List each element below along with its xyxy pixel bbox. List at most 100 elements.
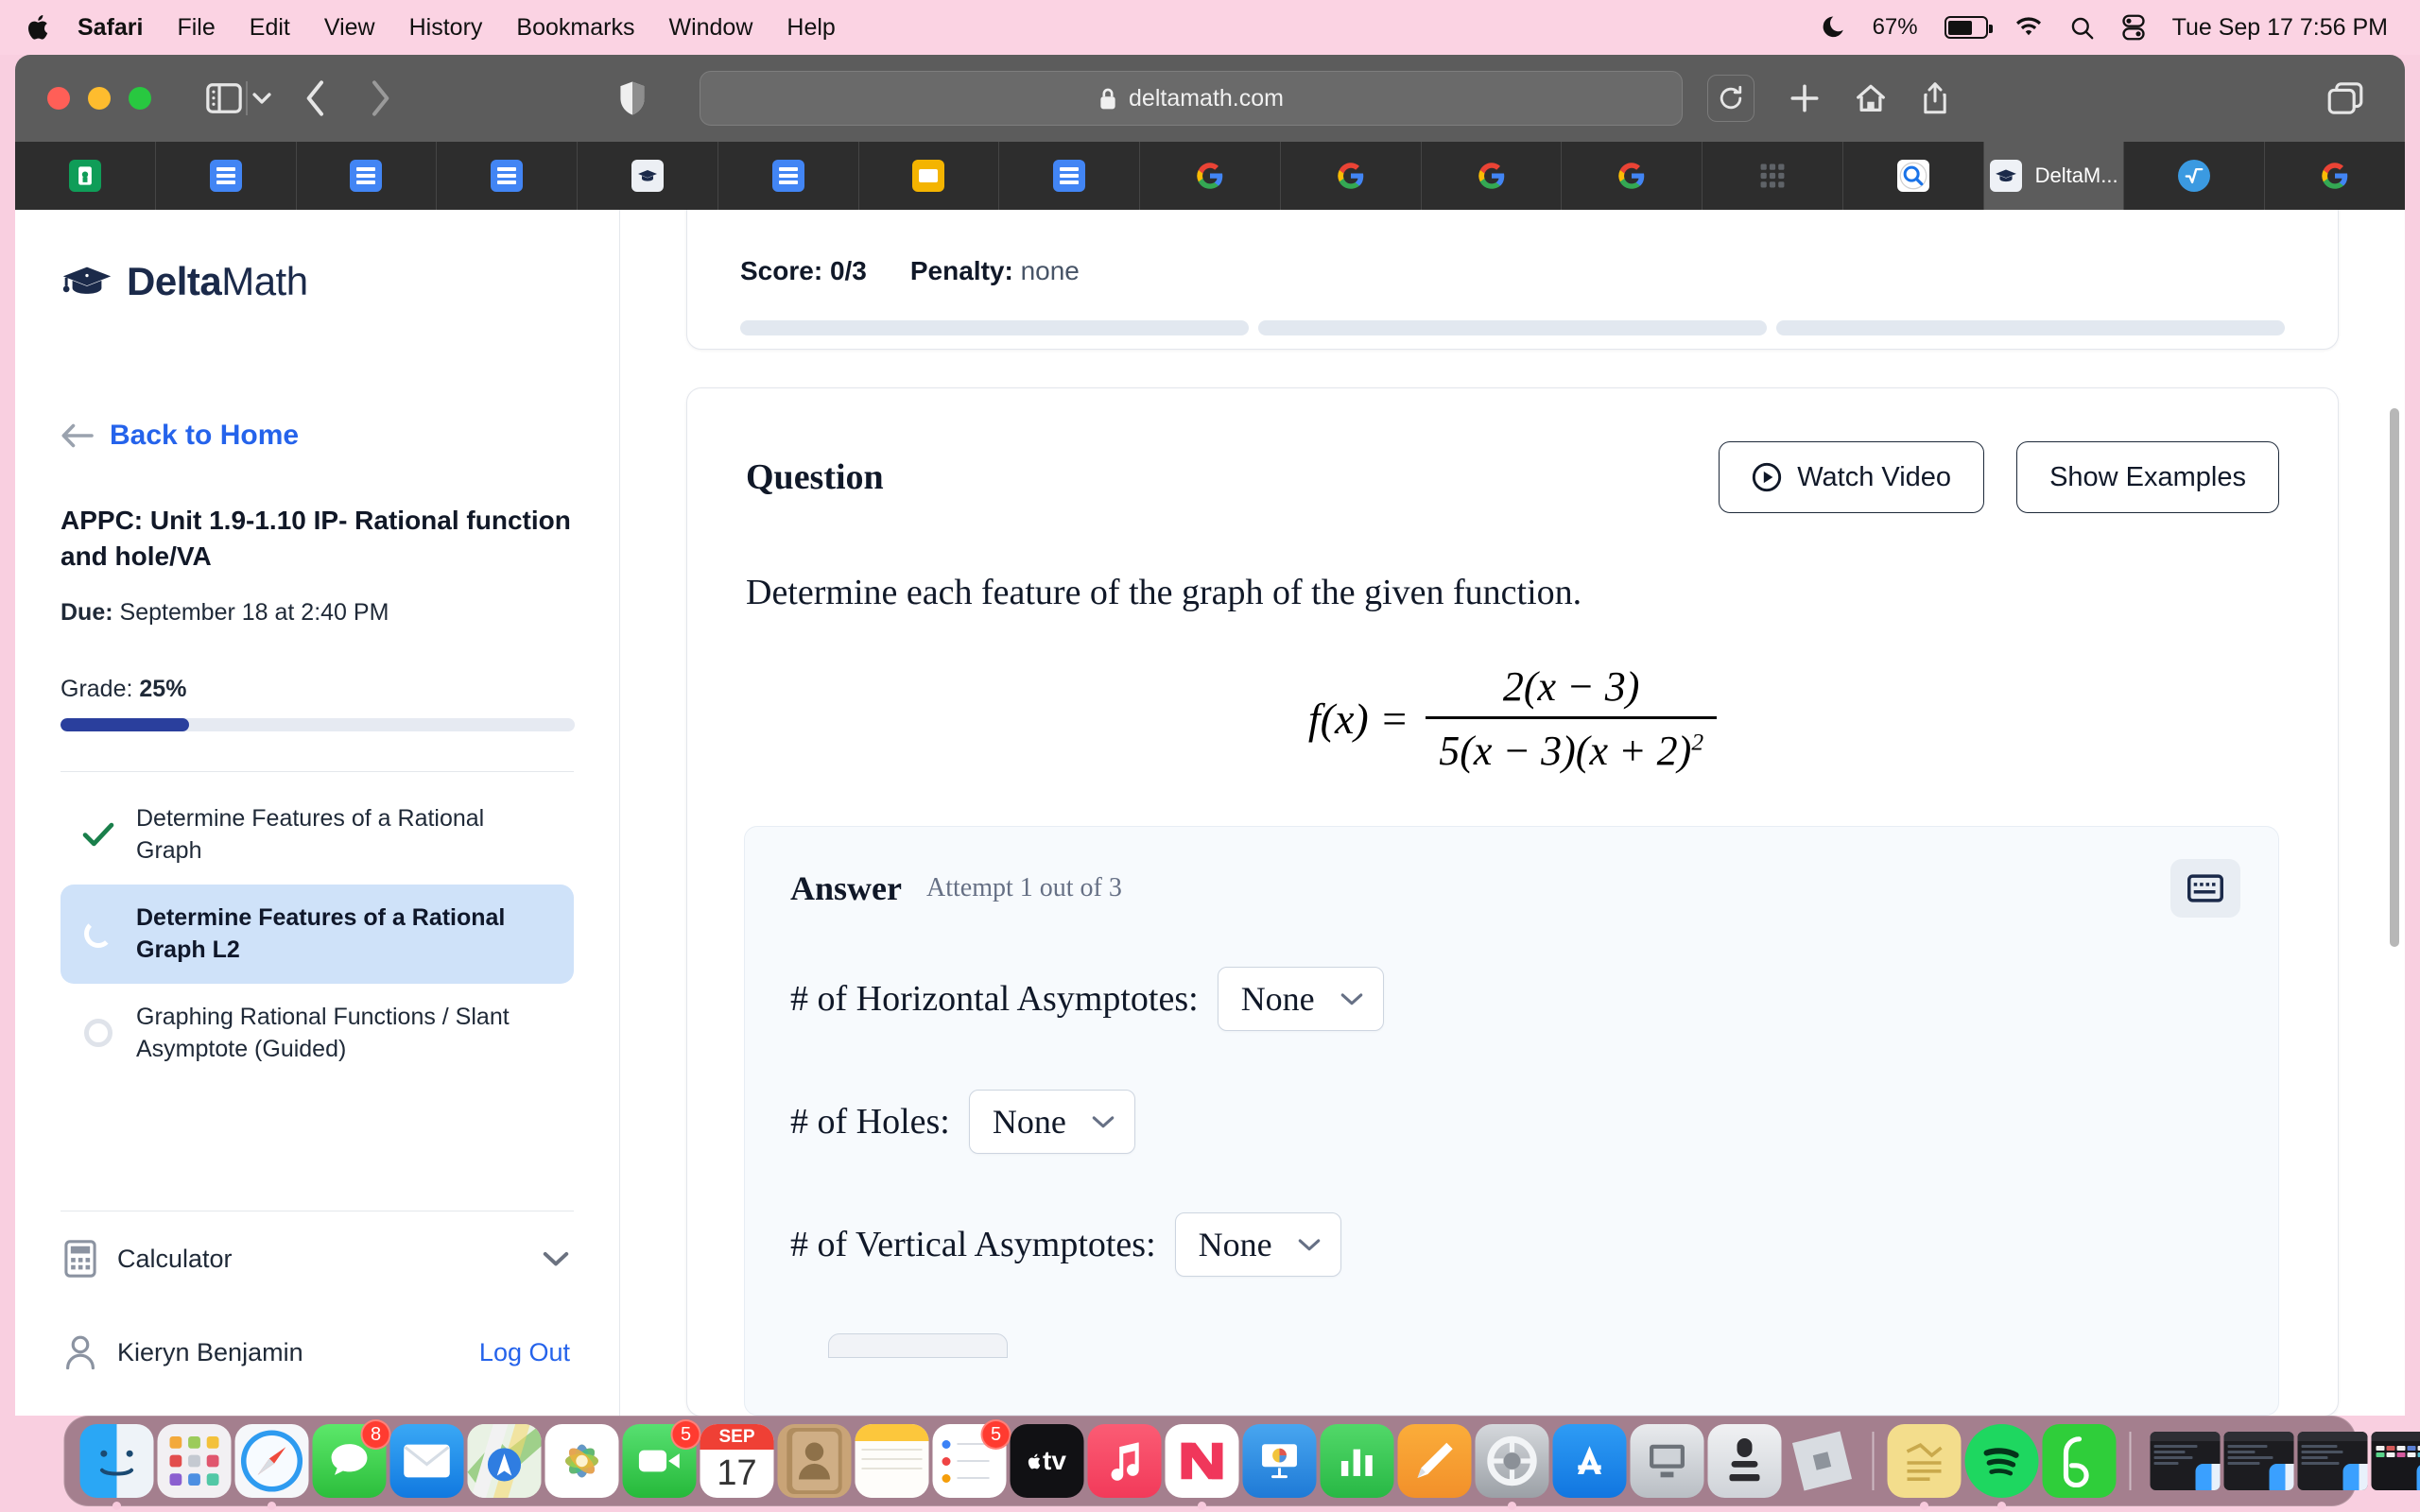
dock-item-mail[interactable] — [389, 1424, 464, 1498]
dock-item-apple-tv[interactable]: tv — [1010, 1424, 1084, 1498]
tab-overview-icon[interactable] — [2327, 81, 2363, 115]
browser-tab[interactable] — [578, 142, 718, 210]
plus-icon[interactable] — [1789, 82, 1821, 114]
search-icon[interactable] — [2069, 15, 2095, 41]
browser-tab[interactable] — [1703, 142, 1843, 210]
dock-item-facetime[interactable]: 5 — [622, 1419, 701, 1498]
holes-dropdown[interactable]: None — [968, 1090, 1135, 1154]
browser-tab-deltamath-active[interactable]: DeltaM... — [1983, 142, 2125, 210]
dock-item-brainly[interactable] — [2042, 1424, 2117, 1498]
browser-tab[interactable] — [999, 142, 1141, 210]
forward-button[interactable] — [367, 79, 391, 117]
menu-bar-clock[interactable]: Tue Sep 17 7:56 PM — [2172, 14, 2388, 42]
vertical-asymptotes-dropdown[interactable]: None — [1174, 1212, 1341, 1277]
dock-item-finder[interactable] — [79, 1424, 154, 1510]
apple-menu-icon[interactable] — [25, 11, 53, 43]
dock-item-system-settings[interactable] — [1475, 1424, 1549, 1510]
browser-tab[interactable] — [1140, 142, 1281, 210]
menu-history[interactable]: History — [409, 14, 483, 42]
dock-divider — [2129, 1432, 2132, 1490]
dock-item-calendar[interactable]: SEP 17 — [700, 1424, 774, 1498]
keyboard-icon[interactable] — [2170, 859, 2240, 918]
share-icon[interactable] — [1921, 81, 1949, 115]
dock-item-safari[interactable] — [234, 1424, 309, 1510]
dock-item-maps[interactable] — [467, 1424, 542, 1498]
browser-tab[interactable] — [1422, 142, 1563, 210]
menu-safari[interactable]: Safari — [78, 14, 143, 42]
browser-tab[interactable] — [2124, 142, 2266, 210]
control-center-icon[interactable] — [2121, 14, 2146, 41]
browser-tab[interactable] — [15, 142, 156, 210]
safari-icon — [234, 1424, 309, 1498]
reload-icon[interactable] — [1707, 75, 1754, 122]
dock-item-contacts[interactable] — [777, 1424, 852, 1498]
browser-tab[interactable] — [2265, 142, 2405, 210]
google-docs-icon — [350, 160, 383, 192]
browser-tab[interactable] — [297, 142, 438, 210]
chevron-down-icon[interactable] — [251, 90, 272, 107]
menu-help[interactable]: Help — [786, 14, 835, 42]
dock-minimized-window[interactable] — [2150, 1432, 2221, 1490]
maximize-window-button[interactable] — [129, 87, 151, 110]
browser-tab[interactable] — [1843, 142, 1984, 210]
dock-item-messages[interactable]: 8 — [312, 1419, 391, 1498]
dock-item-app-store[interactable] — [1552, 1424, 1627, 1498]
google-icon — [1194, 160, 1226, 192]
menu-window[interactable]: Window — [668, 14, 752, 42]
back-to-home-link[interactable]: Back to Home — [60, 420, 574, 452]
field-label: # of Vertical Asymptotes: — [790, 1225, 1156, 1264]
dock-item-screen-sharing[interactable] — [1630, 1424, 1704, 1498]
dock-minimized-window[interactable] — [2223, 1432, 2294, 1490]
dock-item-keynote[interactable] — [1242, 1424, 1317, 1498]
moon-icon[interactable] — [1820, 14, 1846, 41]
dock-item-music[interactable] — [1087, 1424, 1162, 1498]
home-icon[interactable] — [1855, 82, 1887, 114]
page-scrollbar[interactable] — [2390, 408, 2399, 947]
back-to-home-label: Back to Home — [110, 420, 300, 451]
browser-tab[interactable] — [1562, 142, 1703, 210]
browser-tab[interactable] — [437, 142, 579, 210]
submit-button-partial[interactable] — [828, 1333, 1008, 1358]
dock-item-numbers[interactable] — [1320, 1424, 1394, 1498]
dock-item-launchpad[interactable] — [157, 1424, 232, 1498]
deltamath-logo[interactable]: DeltaMath — [60, 210, 574, 304]
dock-item-pages[interactable] — [1397, 1424, 1472, 1498]
dock-minimized-window[interactable] — [2297, 1432, 2368, 1490]
menu-view[interactable]: View — [324, 14, 375, 42]
chevron-down-icon[interactable] — [542, 1248, 570, 1269]
back-button[interactable] — [304, 79, 329, 117]
formula-lhs: f(x) = — [1307, 695, 1409, 743]
horizontal-asymptotes-dropdown[interactable]: None — [1217, 967, 1384, 1031]
browser-tab[interactable] — [718, 142, 859, 210]
privacy-shield-icon[interactable] — [618, 80, 647, 116]
browser-tab[interactable] — [1281, 142, 1422, 210]
menu-bookmarks[interactable]: Bookmarks — [516, 14, 634, 42]
dock-item-garageband[interactable] — [1707, 1424, 1782, 1498]
dock-item-reminders[interactable]: 5 — [932, 1419, 1011, 1498]
menu-file[interactable]: File — [177, 14, 215, 42]
show-examples-button[interactable]: Show Examples — [2016, 441, 2279, 513]
dock-item-news[interactable] — [1165, 1424, 1239, 1510]
browser-tab[interactable] — [156, 142, 297, 210]
dock-item-stickies[interactable] — [1887, 1424, 1962, 1510]
close-window-button[interactable] — [47, 87, 70, 110]
sidebar-toggle-icon[interactable] — [206, 83, 242, 113]
wifi-icon[interactable] — [2014, 16, 2043, 39]
browser-tab[interactable] — [859, 142, 1000, 210]
calculator-row[interactable]: Calculator — [60, 1211, 574, 1306]
dock-item-notes[interactable] — [855, 1424, 929, 1498]
watch-video-button[interactable]: Watch Video — [1719, 441, 1985, 513]
deltamath-icon — [631, 160, 664, 192]
battery-icon[interactable] — [1944, 16, 1993, 39]
dock-item-roblox[interactable] — [1786, 1424, 1859, 1498]
logout-link[interactable]: Log Out — [479, 1338, 570, 1367]
problem-item-2-current[interactable]: Determine Features of a Rational Graph L… — [60, 884, 574, 984]
dock-item-photos[interactable] — [544, 1424, 619, 1498]
problem-item-1[interactable]: Determine Features of a Rational Graph — [60, 785, 574, 885]
address-bar[interactable]: deltamath.com — [700, 71, 1683, 126]
dock-minimized-window[interactable] — [2371, 1432, 2420, 1490]
problem-item-3[interactable]: Graphing Rational Functions / Slant Asym… — [60, 984, 574, 1083]
minimize-window-button[interactable] — [88, 87, 111, 110]
menu-edit[interactable]: Edit — [250, 14, 290, 42]
dock-item-spotify[interactable] — [1964, 1424, 2039, 1510]
